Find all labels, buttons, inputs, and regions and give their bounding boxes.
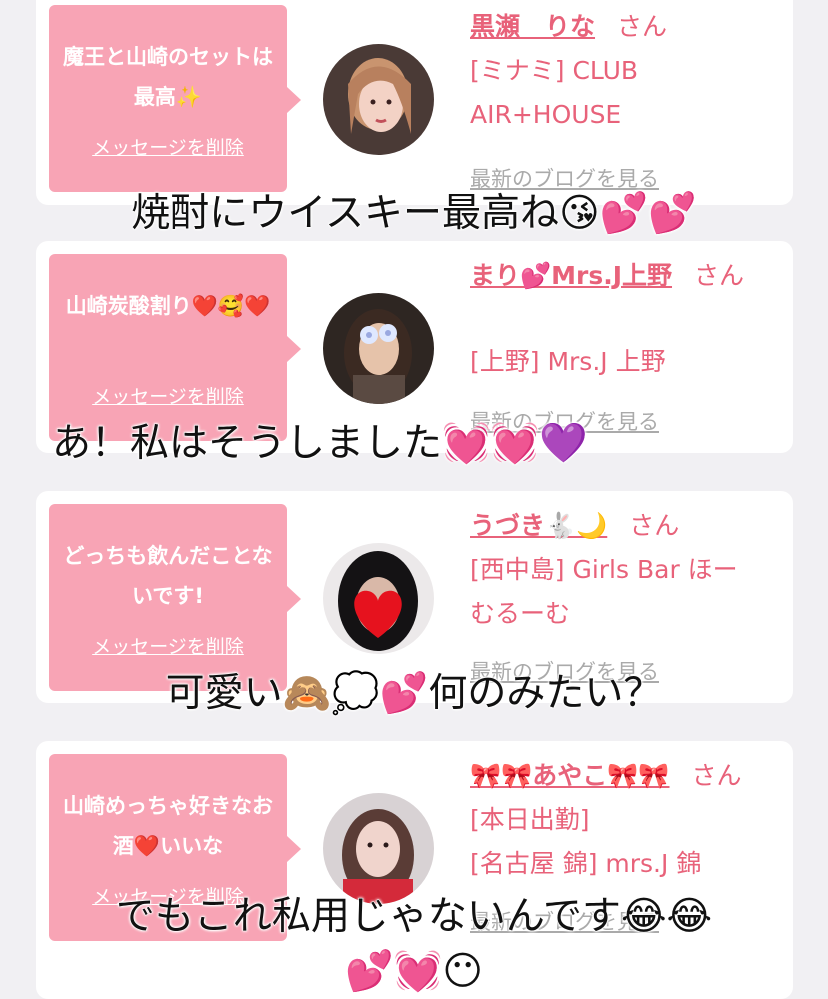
honorific: さん [629, 511, 680, 540]
woman-photo-icon [323, 293, 434, 404]
avatar[interactable] [323, 293, 434, 404]
overlay-caption: 焼酎にウイスキー最高ね😘💕💕 [131, 191, 698, 237]
overlay-caption: 可愛い🙈💭💕何のみたい？ [165, 671, 663, 717]
avatar[interactable] [323, 44, 434, 155]
shop-name: [上野] Mrs.J 上野 [470, 347, 666, 376]
message-bubble: どっちも飲んだことないです! メッセージを削除 [49, 504, 301, 691]
honorific: さん [694, 261, 745, 290]
cast-name-link[interactable]: 黒瀬 りな [470, 12, 595, 41]
delete-message-link[interactable]: メッセージを削除 [49, 382, 287, 409]
honorific: さん [691, 761, 742, 790]
shop-name: [ミナミ] CLUB [470, 56, 639, 85]
cast-name-link[interactable]: 🎀🎀あやこ🎀🎀 [470, 761, 670, 790]
woman-photo-icon [323, 44, 434, 155]
message-text: 魔王と山崎のセットは最高✨ [63, 45, 273, 109]
avatar[interactable] [323, 543, 434, 654]
cast-info: うづき🐇🌙 さん [西中島] Girls Bar ほー むるーむ 最新のブログを見… [470, 504, 780, 684]
cast-info: まり💕Mrs.J上野 さん [上野] Mrs.J 上野 最新のブログを見る [470, 254, 780, 434]
message-bubble: 魔王と山崎のセットは最高✨ メッセージを削除 [49, 5, 301, 192]
delete-message-link[interactable]: メッセージを削除 [49, 632, 287, 659]
shop-name: [本日出勤] [470, 805, 590, 834]
cast-info: 🎀🎀あやこ🎀🎀 さん [本日出勤] [名古屋 錦] mrs.J 錦 最新のブログを… [470, 754, 780, 934]
message-card: 魔王と山崎のセットは最高✨ メッセージを削除 黒瀬 りな さん [ミナミ] CLU… [36, 0, 793, 205]
cast-info: 黒瀬 りな さん [ミナミ] CLUB AIR+HOUSE 最新のブログを見る [470, 5, 780, 191]
cast-name-link[interactable]: うづき🐇🌙 [470, 511, 607, 540]
honorific: さん [617, 12, 668, 41]
shop-name: AIR+HOUSE [470, 100, 622, 129]
woman-photo-icon [323, 543, 434, 654]
shop-name: [西中島] Girls Bar ほー [470, 555, 738, 584]
overlay-caption: あ！私はそうしました💓💓💜 [52, 421, 589, 467]
woman-photo-icon [323, 793, 434, 904]
message-text: 山崎炭酸割り❤️🥰❤️ [65, 294, 271, 318]
shop-name: むるーむ [470, 599, 571, 628]
message-bubble: 山崎炭酸割り❤️🥰❤️ メッセージを削除 [49, 254, 301, 441]
message-text: 山崎めっちゃ好きなお酒❤️いいな [63, 794, 273, 858]
delete-message-link[interactable]: メッセージを削除 [49, 133, 287, 160]
latest-blog-link[interactable]: 最新のブログを見る [470, 163, 659, 193]
message-text: どっちも飲んだことないです! [63, 544, 273, 608]
overlay-caption: 💕💓😶 [345, 949, 484, 995]
shop-name: [名古屋 錦] mrs.J 錦 [470, 849, 702, 878]
overlay-caption: でもこれ私用じゃないんです😂😂 [115, 894, 713, 940]
cast-name-link[interactable]: まり💕Mrs.J上野 [470, 261, 672, 290]
avatar[interactable] [323, 793, 434, 904]
